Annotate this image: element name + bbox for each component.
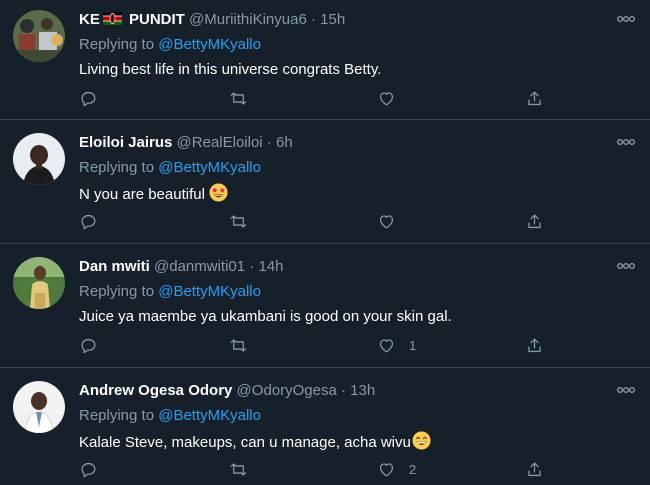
replying-to-label: Replying to [79, 283, 155, 300]
reply-icon [81, 462, 96, 477]
tweet-text: Juice ya maembe ya ukambani is good on y… [79, 308, 452, 325]
more-options-icon[interactable] [616, 261, 636, 271]
display-name[interactable]: KE PUNDIT [79, 11, 185, 28]
reply-button[interactable] [79, 88, 111, 108]
avatar[interactable] [13, 257, 65, 309]
timestamp[interactable]: 14h [258, 258, 283, 275]
share-button[interactable] [525, 459, 544, 479]
grinning-emoji-icon [412, 431, 431, 450]
heart-icon [379, 462, 394, 476]
like-button[interactable] [377, 211, 409, 231]
replying-to: Replying to @BettyMKyallo [79, 406, 261, 426]
display-name-prefix: KE [79, 11, 100, 28]
retweet-icon [230, 462, 247, 476]
separator-dot: · [310, 11, 316, 28]
heart-icon [379, 214, 394, 228]
tweet-text-content: N you are beautiful [79, 186, 205, 203]
reply-button[interactable] [79, 211, 111, 231]
retweet-button[interactable] [229, 459, 261, 479]
avatar[interactable] [13, 10, 65, 62]
replying-to: Replying to @BettyMKyallo [79, 158, 261, 178]
retweet-icon [230, 338, 247, 352]
like-count: 2 [409, 461, 417, 477]
reply-tweet[interactable]: Dan mwiti @danmwiti01 · 14h Replying to … [0, 247, 650, 368]
user-handle[interactable]: @MuriithiKinyua6 [189, 11, 307, 28]
separator-dot: · [341, 382, 346, 399]
tweet-header: Andrew Ogesa Odory @OdoryOgesa · 13h [79, 381, 375, 401]
share-button[interactable] [525, 211, 544, 231]
share-button[interactable] [525, 335, 544, 355]
mention-link[interactable]: @BettyMKyallo [158, 36, 261, 53]
user-handle[interactable]: @OdoryOgesa [237, 382, 337, 399]
reply-icon [81, 338, 96, 353]
retweet-icon [230, 91, 247, 105]
separator-dot: · [249, 258, 255, 275]
user-handle[interactable]: @RealEloiloi [177, 134, 263, 151]
display-name[interactable]: Eloiloi Jairus [79, 134, 172, 151]
reply-button[interactable] [79, 459, 111, 479]
share-button[interactable] [525, 88, 544, 108]
retweet-icon [230, 214, 247, 228]
tweet-text-content: Kalale Steve, makeups, can u manage, ach… [79, 434, 411, 451]
timestamp[interactable]: 15h [320, 11, 345, 28]
tweet-actions [0, 86, 650, 110]
display-name-text: PUNDIT [129, 11, 185, 28]
mention-link[interactable]: @BettyMKyallo [158, 283, 261, 300]
timestamp[interactable]: 6h [276, 134, 293, 151]
reply-button[interactable] [79, 335, 111, 355]
retweet-button[interactable] [229, 211, 261, 231]
more-options-icon[interactable] [616, 14, 636, 24]
share-icon [528, 462, 541, 476]
mention-link[interactable]: @BettyMKyallo [158, 159, 261, 176]
retweet-button[interactable] [229, 88, 261, 108]
like-button[interactable]: 2 [377, 459, 416, 479]
avatar[interactable] [13, 133, 65, 185]
like-button[interactable] [377, 88, 409, 108]
tweet-text: N you are beautiful [79, 183, 228, 205]
separator-dot: · [266, 134, 272, 151]
reply-tweet[interactable]: Eloiloi Jairus @RealEloiloi · 6h Replyin… [0, 123, 650, 244]
like-button[interactable]: 1 [377, 335, 416, 355]
share-icon [528, 91, 541, 105]
kenya-flag-icon [102, 12, 122, 25]
timestamp[interactable]: 13h [350, 382, 375, 399]
tweet-text: Living best life in this universe congra… [79, 61, 382, 78]
tweet-actions: 1 [0, 333, 650, 357]
reply-tweet[interactable]: Andrew Ogesa Odory @OdoryOgesa · 13h Rep… [0, 371, 650, 485]
mention-link[interactable]: @BettyMKyallo [158, 407, 261, 424]
tweet-actions [0, 209, 650, 233]
reply-icon [81, 214, 96, 229]
tweet-header: Eloiloi Jairus @RealEloiloi · 6h [79, 133, 293, 153]
more-options-icon[interactable] [616, 385, 636, 395]
star-struck-emoji-icon [209, 183, 228, 202]
replying-to-label: Replying to [79, 159, 155, 176]
replying-to: Replying to @BettyMKyallo [79, 35, 261, 55]
replying-to-label: Replying to [79, 407, 155, 424]
reply-icon [81, 91, 96, 106]
tweet-header: Dan mwiti @danmwiti01 · 14h [79, 257, 284, 277]
replying-to-label: Replying to [79, 36, 155, 53]
reply-feed: KE PUNDIT @MuriithiKinyua6 · 15h Replyin… [0, 0, 650, 485]
share-icon [528, 214, 541, 228]
like-count: 1 [409, 337, 417, 353]
tweet-header: KE PUNDIT @MuriithiKinyua6 · 15h [79, 10, 345, 30]
more-options-icon[interactable] [616, 137, 636, 147]
replying-to: Replying to @BettyMKyallo [79, 282, 261, 302]
reply-tweet[interactable]: KE PUNDIT @MuriithiKinyua6 · 15h Replyin… [0, 0, 650, 120]
tweet-text: Kalale Steve, makeups, can u manage, ach… [79, 431, 431, 453]
heart-icon [379, 91, 394, 105]
display-name[interactable]: Andrew Ogesa Odory [79, 382, 232, 399]
user-handle[interactable]: @danmwiti01 [154, 258, 245, 275]
heart-icon [379, 338, 394, 352]
display-name[interactable]: Dan mwiti [79, 258, 150, 275]
retweet-button[interactable] [229, 335, 261, 355]
tweet-actions: 2 [0, 457, 650, 481]
share-icon [528, 338, 541, 352]
avatar[interactable] [13, 381, 65, 433]
